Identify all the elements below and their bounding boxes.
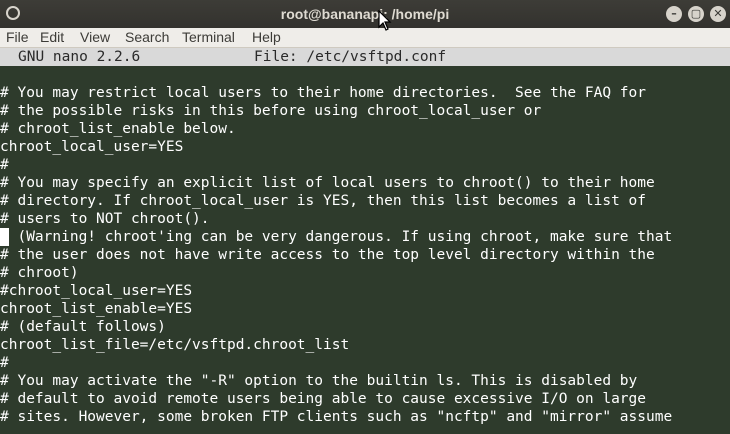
content-line: # default to avoid remote users being ab… (0, 391, 647, 407)
nano-file-label: File: /etc/vsftpd.conf (254, 49, 447, 65)
menu-edit[interactable]: Edit (40, 29, 64, 45)
file-content[interactable]: # You may restrict local users to their … (0, 84, 672, 426)
content-line: #chroot_local_user=YES (0, 283, 193, 299)
window-titlebar[interactable]: root@bananapi: /home/pi – ▢ ✕ (0, 0, 730, 28)
content-line: # users to NOT chroot(). (0, 211, 210, 227)
window-title: root@bananapi: /home/pi (280, 6, 450, 22)
mouse-pointer-icon (378, 10, 392, 31)
content-line: # You may specify an explicit list of lo… (0, 175, 655, 191)
close-icon[interactable]: ✕ (710, 6, 726, 22)
menu-terminal[interactable]: Terminal (182, 29, 235, 45)
content-line-cursor: # (Warning! chroot'ing can be very dange… (0, 229, 673, 245)
nano-header-bar: GNU nano 2.2.6 File: /etc/vsftpd.conf (0, 48, 730, 66)
content-line: chroot_list_enable=YES (0, 301, 193, 317)
content-line: # chroot_list_enable below. (0, 121, 236, 137)
content-line: chroot_list_file=/etc/vsftpd.chroot_list (0, 337, 350, 353)
minimize-icon[interactable]: – (666, 6, 682, 22)
content-line: # directory. If chroot_local_user is YES… (0, 193, 647, 209)
content-line: # (0, 355, 9, 371)
menu-help[interactable]: Help (252, 29, 281, 45)
content-line: # (0, 157, 9, 173)
content-line: # the user does not have write access to… (0, 247, 655, 263)
content-line: # You may activate the "-R" option to th… (0, 373, 638, 389)
maximize-icon[interactable]: ▢ (688, 6, 704, 22)
menu-view[interactable]: View (80, 29, 110, 45)
content-line: # the possible risks in this before usin… (0, 103, 542, 119)
menu-file[interactable]: File (6, 29, 29, 45)
content-line: # sites. However, some broken FTP client… (0, 409, 673, 425)
content-line: chroot_local_user=YES (0, 139, 184, 155)
menu-bar: File Edit View Search Terminal Help (0, 28, 730, 48)
content-line: # chroot) (0, 265, 79, 281)
terminal-view[interactable]: GNU nano 2.2.6 File: /etc/vsftpd.conf # … (0, 48, 730, 434)
content-line: # You may restrict local users to their … (0, 85, 647, 101)
menu-search[interactable]: Search (125, 29, 169, 45)
content-line: # (default follows) (0, 319, 166, 335)
nano-version: GNU nano 2.2.6 (18, 49, 141, 65)
